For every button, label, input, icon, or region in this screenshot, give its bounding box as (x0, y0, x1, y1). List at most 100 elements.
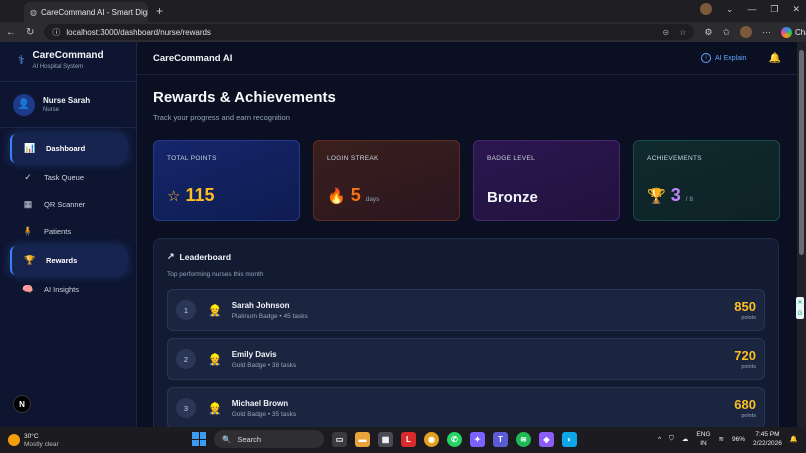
leaderboard: ↗ Leaderboard Top performing nurses this… (153, 238, 779, 427)
close-icon[interactable]: ✕ (797, 299, 802, 306)
sidebar-item-qr-scanner[interactable]: ▦ QR Scanner (10, 192, 126, 217)
edge-icon[interactable]: ◐ (562, 431, 577, 447)
leaderboard-row[interactable]: 3 👷 Michael Brown Gold Badge • 35 tasks … (167, 387, 765, 427)
brand-title: CareCommand (32, 50, 104, 61)
ai-explain-button[interactable]: i AI Explain (701, 53, 747, 63)
check-icon: ✓ (24, 172, 32, 182)
store-icon[interactable]: ▦ (378, 431, 393, 447)
chevron-down-icon[interactable]: ⌄ (726, 4, 734, 15)
address-bar: ← ↻ ⓘ localhost:3000/dashboard/nurse/rew… (0, 22, 806, 42)
favorites-icon[interactable]: ✩ (722, 27, 730, 38)
leaderboard-title: Leaderboard (179, 251, 232, 262)
profile-icon[interactable] (699, 3, 712, 15)
info-icon[interactable]: ⓘ (52, 27, 60, 38)
page-scrollbar[interactable] (797, 42, 806, 427)
close-window-icon[interactable]: ✕ (792, 4, 800, 15)
leaderboard-header: ↗ Leaderboard (167, 251, 765, 262)
grammar-icon[interactable]: G (798, 311, 803, 317)
sidebar: ⚕ CareCommand AI Hospital System 👤 Nurse… (0, 42, 137, 427)
spotify-icon[interactable]: ≋ (516, 431, 531, 447)
nurse-meta: Platinum Badge • 45 tasks (231, 312, 308, 320)
temperature: 30°C (24, 432, 39, 440)
trophy-icon: 🏆 (24, 255, 36, 265)
url-text: localhost:3000/dashboard/nurse/rewards (66, 27, 211, 37)
user-profile: 👤 Nurse Sarah Nurse (0, 82, 136, 128)
cloud-icon[interactable]: ☁ (682, 435, 689, 443)
sidebar-item-rewards[interactable]: 🏆 Rewards (10, 246, 126, 275)
clock-time: 7:45 PM (755, 431, 780, 438)
file-explorer-icon[interactable]: ▬ (355, 431, 370, 447)
windows-start-icon[interactable] (192, 432, 206, 446)
app: ⚕ CareCommand AI Hospital System 👤 Nurse… (0, 42, 797, 427)
task-view-icon[interactable]: ▭ (332, 431, 347, 447)
sidebar-item-label: Dashboard (46, 144, 86, 153)
brain-icon: 🧠 (22, 284, 34, 294)
globe-icon: ◍ (30, 7, 37, 17)
account-icon[interactable] (740, 26, 753, 38)
browser-tab[interactable]: ◍ CareCommand AI - Smart Digital I ✕ (24, 2, 148, 22)
defender-icon[interactable]: ⛉ (669, 435, 674, 443)
rank-badge: 3 (176, 398, 196, 418)
nurse-meta: Gold Badge • 35 tasks (231, 410, 297, 418)
topbar: CareCommand AI i AI Explain 🔔 (137, 42, 797, 75)
scroll-thumb[interactable] (799, 50, 804, 255)
badge-level-card: BADGE LEVEL Bronze (473, 140, 620, 221)
browser-tab-bar: ◍ CareCommand AI - Smart Digital I ✕ + ⌄… (0, 0, 806, 22)
back-icon[interactable]: ← (6, 27, 16, 38)
search-label: Search (237, 434, 262, 444)
url-field[interactable]: ⓘ localhost:3000/dashboard/nurse/rewards… (44, 24, 695, 40)
side-panel-icons[interactable]: ✕ G (796, 297, 804, 319)
stats-cards: TOTAL POINTS ☆ 115 LOGIN STREAK 🔥 5 days… (153, 140, 780, 221)
achievements-total: / 8 (685, 196, 693, 203)
favorite-icon[interactable]: ☆ (679, 28, 686, 37)
avatar: 👤 (13, 93, 35, 116)
new-tab-icon[interactable]: + (156, 4, 163, 18)
copilot-app-icon[interactable]: ◈ (539, 431, 554, 447)
nextjs-badge[interactable]: N (13, 395, 31, 413)
nurse-icon: 👷 (208, 304, 222, 317)
star-icon: ☆ (167, 188, 181, 205)
achievements-card: ACHIEVEMENTS 🏆 3 / 8 (633, 140, 780, 221)
bell-icon[interactable]: 🔔 (769, 53, 781, 64)
extensions-icon[interactable]: ⚙ (704, 27, 712, 38)
teams-icon[interactable]: T (493, 431, 508, 447)
whatsapp-icon[interactable]: ✆ (447, 431, 462, 447)
stat-label: BADGE LEVEL (487, 155, 536, 162)
nurse-name: Michael Brown (231, 398, 289, 408)
leaderboard-row[interactable]: 1 👷 Sarah Johnson Platinum Badge • 45 ta… (167, 289, 765, 331)
sidebar-item-label: Rewards (46, 256, 78, 265)
language-indicator[interactable]: ENG IN (696, 430, 710, 448)
sidebar-item-ai-insights[interactable]: 🧠 AI Insights (10, 277, 126, 302)
sidebar-item-label: Task Queue (44, 173, 85, 182)
sidebar-item-dashboard[interactable]: 📊 Dashboard (10, 134, 126, 163)
minimize-icon[interactable]: — (747, 4, 756, 14)
figma-icon[interactable]: ✦ (470, 431, 485, 447)
refresh-icon[interactable]: ↻ (26, 27, 34, 38)
chat-button[interactable]: Chat (781, 26, 806, 38)
leaderboard-subtitle: Top performing nurses this month (167, 271, 264, 278)
app-l-icon[interactable]: L (401, 431, 416, 447)
leaderboard-row[interactable]: 2 👷 Emily Davis Gold Badge • 38 tasks 72… (167, 338, 765, 380)
user-role: Nurse (43, 107, 60, 113)
chevron-up-icon[interactable]: ^ (658, 436, 661, 443)
maximize-icon[interactable]: ❐ (770, 4, 778, 15)
weather-icon (8, 434, 20, 446)
sidebar-item-patients[interactable]: 🧍 Patients (10, 219, 126, 244)
reader-icon[interactable]: ⊝ (663, 28, 670, 37)
clock[interactable]: 7:45 PM 2/22/2026 (753, 430, 782, 448)
user-name: Nurse Sarah (43, 96, 91, 105)
taskbar-search[interactable]: 🔍 Search (214, 430, 324, 448)
points-value: 850 (734, 299, 756, 314)
brand-subtitle: AI Hospital System (32, 64, 84, 70)
chrome-icon[interactable]: ◉ (424, 431, 439, 447)
notifications-icon[interactable]: 🔔 (790, 435, 798, 443)
more-icon[interactable]: ··· (762, 27, 771, 37)
weather-widget[interactable]: 30°C Mostly clear (0, 433, 150, 448)
sidebar-menu: 📊 Dashboard ✓ Task Queue ▦ QR Scanner 🧍 … (0, 128, 136, 302)
wifi-icon[interactable]: ≋ (719, 435, 724, 443)
battery-level[interactable]: 96% (732, 436, 745, 443)
caduceus-icon: ⚕ (18, 53, 25, 67)
nurse-icon: 👷 (208, 353, 222, 366)
copilot-icon (781, 26, 793, 38)
sidebar-item-task-queue[interactable]: ✓ Task Queue (10, 165, 126, 190)
